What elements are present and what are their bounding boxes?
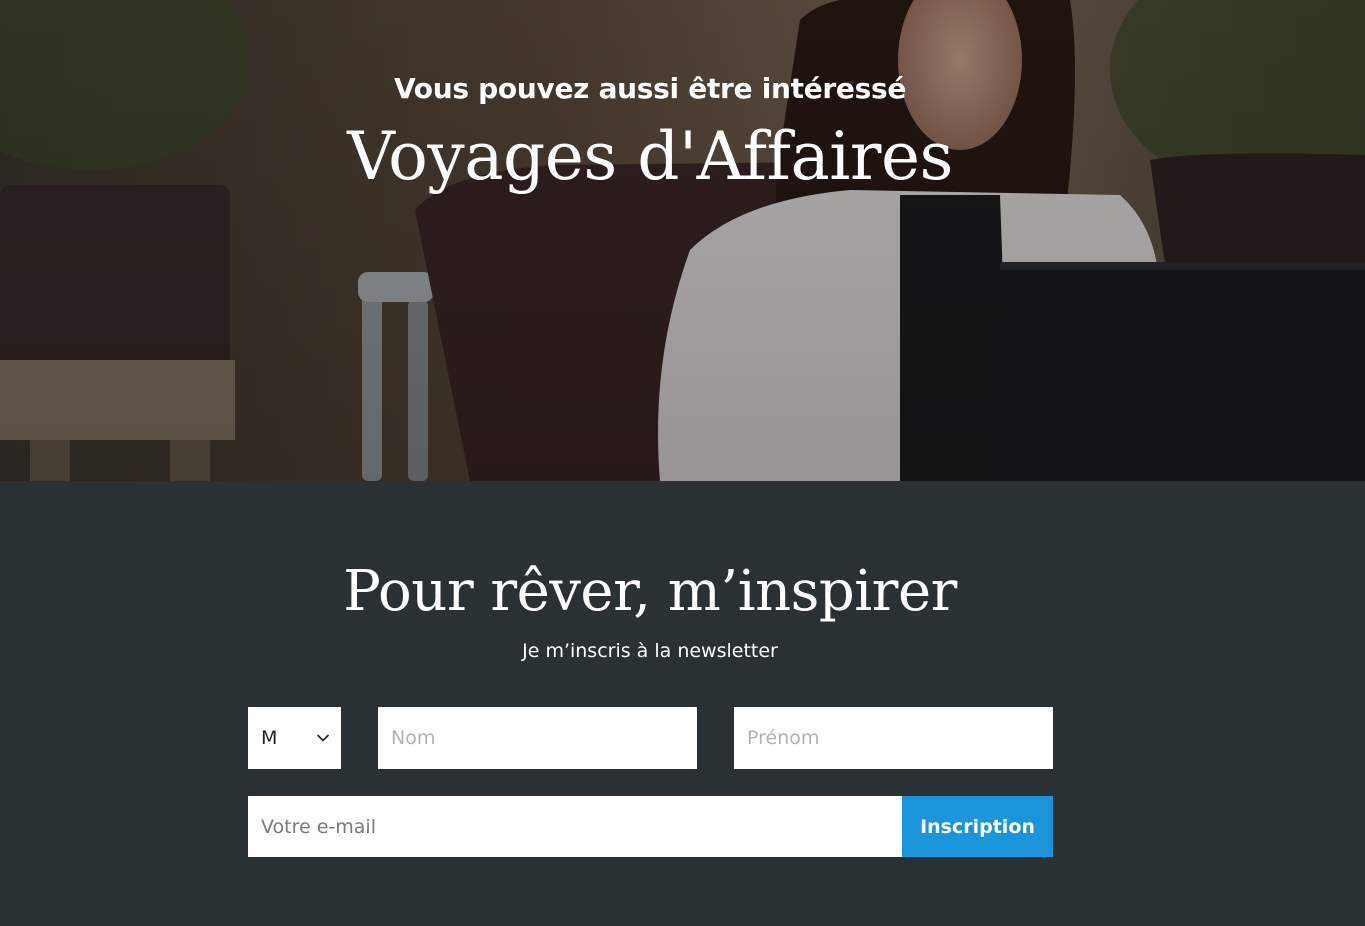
civility-selected-value: M (261, 727, 278, 749)
last-name-input[interactable] (378, 707, 697, 769)
first-name-input[interactable] (734, 707, 1053, 769)
email-input[interactable] (248, 796, 902, 857)
civility-select[interactable]: M (248, 707, 341, 769)
newsletter-title: Pour rêver, m’inspirer (343, 559, 957, 624)
newsletter-subtitle: Je m’inscris à la newsletter (522, 640, 778, 662)
hero-banner: Vous pouvez aussi être intéressé Voyages… (0, 0, 1365, 481)
subscribe-button[interactable]: Inscription (902, 796, 1053, 857)
hero-kicker: Vous pouvez aussi être intéressé (393, 72, 907, 105)
newsletter-section: Pour rêver, m’inspirer Je m’inscris à la… (0, 481, 1365, 926)
hero-title: Voyages d'Affaires (347, 118, 953, 195)
chevron-down-icon (317, 734, 329, 742)
